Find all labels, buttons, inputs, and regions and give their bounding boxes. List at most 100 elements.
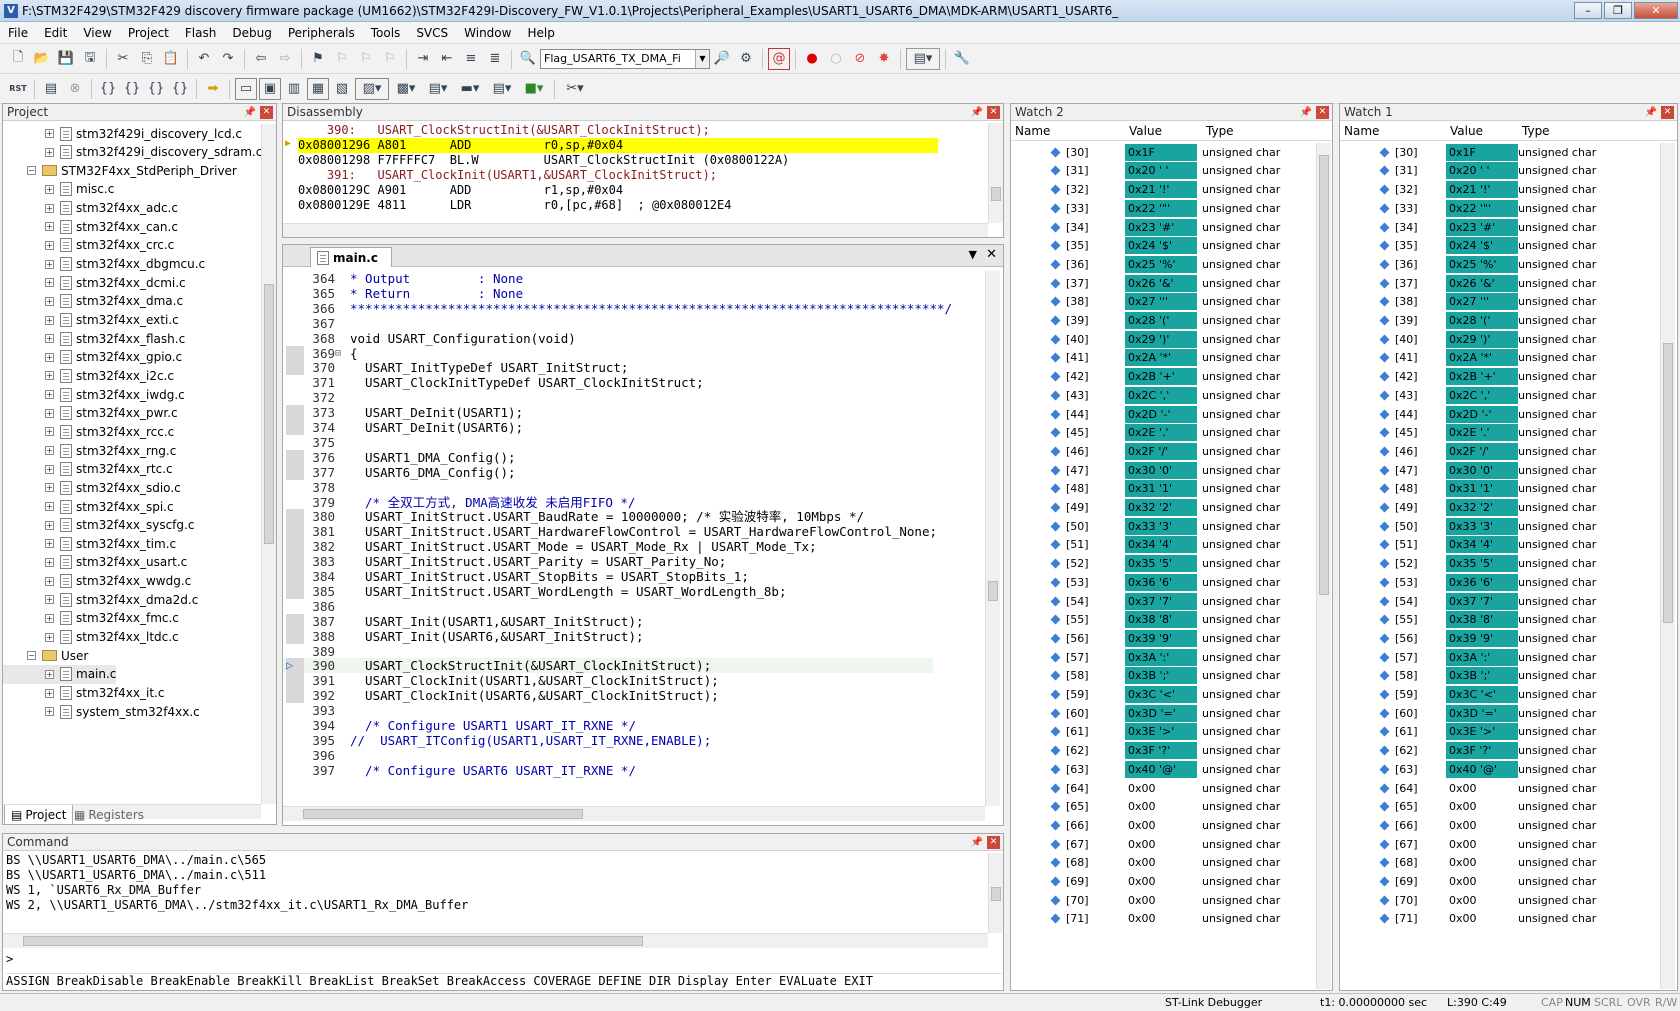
code-line[interactable]: 367 [283,316,933,331]
indent-icon[interactable]: ⇥ [412,48,434,70]
tree-file[interactable]: + stm32f4xx_dma.c [3,292,183,311]
expand-icon[interactable]: + [45,613,54,623]
step-into-icon[interactable]: {} [97,78,119,100]
watch-value[interactable]: 0x3C '<' [1446,686,1518,704]
watch-row[interactable]: [34] 0x23 '#' unsigned char [1340,218,1660,237]
menu-window[interactable]: Window [456,26,519,40]
uncomment-icon[interactable]: ≣ [484,48,506,70]
code-line[interactable]: 370 USART_InitTypeDef USART_InitStruct; [283,360,933,376]
paste-icon[interactable]: 📋 [160,48,182,70]
code-line[interactable]: 397 /* Configure USART6 USART_IT_RXNE */ [283,763,933,778]
watch-row[interactable]: [62] 0x3F '?' unsigned char [1011,741,1316,760]
code-line[interactable]: 379 /* 全双工方式, DMA高速收发 未启用FIFO */ [283,495,933,510]
watch-row[interactable]: [37] 0x26 '&' unsigned char [1011,274,1316,293]
watch-row[interactable]: [43] 0x2C ',' unsigned char [1340,386,1660,405]
serial-window-icon[interactable]: ▤▾ [423,78,453,100]
fold-icon[interactable]: ⊟ [335,346,341,361]
watch-row[interactable]: [49] 0x32 '2' unsigned char [1340,498,1660,517]
watch-row[interactable]: [30] 0x1F unsigned char [1011,143,1316,162]
watch-window-icon[interactable]: ▨▾ [355,77,389,100]
menu-project[interactable]: Project [120,26,177,40]
breakpoint-disable-icon[interactable]: ○ [825,48,847,70]
tree-file[interactable]: + stm32f429i_discovery_sdram.c [3,143,261,162]
target-combo[interactable]: Flag_USART6_TX_DMA_Fi ▼ [540,48,710,69]
watch-row[interactable]: [44] 0x2D '-' unsigned char [1011,405,1316,424]
bookmark-next-icon[interactable]: ⚐ [355,48,377,70]
debug-session-icon[interactable]: @ [768,47,790,70]
watch-value[interactable]: 0x3B ';' [1446,667,1518,685]
memory-window-icon[interactable]: ▩▾ [391,78,421,100]
watch-value[interactable]: 0x3E '>' [1125,723,1197,741]
run-to-cursor-icon[interactable]: {} [169,78,191,100]
close-editor-icon[interactable]: ✕ [986,247,997,262]
watch-value[interactable]: 0x00 [1446,892,1518,909]
watch-row[interactable]: [58] 0x3B ';' unsigned char [1340,667,1660,686]
watch-row[interactable]: [55] 0x38 '8' unsigned char [1340,611,1660,630]
expand-icon[interactable]: + [45,203,54,213]
watch-row[interactable]: [54] 0x37 '7' unsigned char [1011,592,1316,611]
menu-flash[interactable]: Flash [177,26,224,40]
watch-value[interactable]: 0x26 '&' [1125,274,1197,292]
watch-value[interactable]: 0x33 '3' [1125,517,1197,535]
tab-project[interactable]: ▤ Project [4,805,74,825]
watch-row[interactable]: [51] 0x34 '4' unsigned char [1011,536,1316,555]
tree-file[interactable]: + stm32f4xx_can.c [3,217,178,236]
tree-file[interactable]: + stm32f4xx_flash.c [3,329,185,348]
watch-value[interactable]: 0x2C ',' [1125,386,1197,404]
tree-file[interactable]: + system_stm32f4xx.c [3,702,200,721]
expand-icon[interactable]: + [45,296,54,306]
expand-icon[interactable]: + [45,371,54,381]
watch-value[interactable]: 0x00 [1446,836,1518,853]
watch-value[interactable]: 0x21 '!' [1125,181,1197,199]
command-hscrollbar[interactable] [3,933,988,948]
code-line[interactable]: 371 USART_ClockInitTypeDef USART_ClockIn… [283,375,933,390]
watch-row[interactable]: [31] 0x20 ' ' unsigned char [1340,162,1660,181]
watch-value[interactable]: 0x1F [1125,143,1197,161]
close-icon[interactable]: ✕ [1661,106,1674,119]
watch-value[interactable]: 0x27 ''' [1125,293,1197,311]
watch-value[interactable]: 0x32 '2' [1446,499,1518,517]
tree-file[interactable]: + stm32f4xx_wwdg.c [3,572,191,591]
watch-row[interactable]: [67] 0x00 unsigned char [1011,835,1316,854]
expand-icon[interactable]: + [45,464,54,474]
menu-help[interactable]: Help [519,26,562,40]
code-line[interactable]: 393 [283,703,933,718]
undo-icon[interactable]: ↶ [193,48,215,70]
code-line[interactable]: 391 USART_ClockInit(USART1,&USART_ClockI… [283,673,933,689]
find-icon[interactable]: 🔎 [711,48,733,70]
step-over-icon[interactable]: {} [121,78,143,100]
code-line[interactable]: 366 *************************************… [283,301,952,316]
watch-row[interactable]: [56] 0x39 '9' unsigned char [1011,629,1316,648]
watch-row[interactable]: [38] 0x27 ''' unsigned char [1011,293,1316,312]
expand-icon[interactable]: + [45,576,54,586]
watch-value[interactable]: 0x2F '/' [1446,442,1518,460]
trace-window-icon[interactable]: ▤▾ [487,78,517,100]
watch-row[interactable]: [34] 0x23 '#' unsigned char [1011,218,1316,237]
tree-file[interactable]: + stm32f4xx_i2c.c [3,366,174,385]
tree-file[interactable]: + stm32f4xx_gpio.c [3,348,182,367]
expand-icon[interactable]: + [45,222,54,232]
call-stack-icon[interactable]: ▧ [331,78,353,100]
watch-value[interactable]: 0x2B '+' [1446,368,1518,386]
expand-icon[interactable]: + [45,352,54,362]
tree-file[interactable]: + main.c [3,664,117,684]
watch-row[interactable]: [54] 0x37 '7' unsigned char [1340,592,1660,611]
bookmark-prev-icon[interactable]: ⚐ [331,48,353,70]
watch-row[interactable]: [46] 0x2F '/' unsigned char [1011,442,1316,461]
watch-row[interactable]: [37] 0x26 '&' unsigned char [1340,274,1660,293]
maximize-button[interactable]: ❐ [1604,2,1632,19]
col-type[interactable]: Type [1206,124,1234,138]
expand-icon[interactable]: + [45,446,54,456]
run-icon[interactable]: ▤ [40,78,62,100]
watch-row[interactable]: [56] 0x39 '9' unsigned char [1340,629,1660,648]
code-editor[interactable]: 364 * Output : None 365 * Return : None 366 *… [283,271,985,806]
nav-back-icon[interactable]: ⇦ [250,48,272,70]
watch-value[interactable]: 0x36 '6' [1125,573,1197,591]
watch-row[interactable]: [53] 0x36 '6' unsigned char [1011,573,1316,592]
expand-icon[interactable]: + [45,595,54,605]
tree-folder[interactable]: − User [3,646,88,665]
code-line[interactable]: 390 USART_ClockStructInit(&USART_ClockIn… [283,658,933,674]
incremental-find-icon[interactable]: ⚙ [735,48,757,70]
watch-value[interactable]: 0x36 '6' [1446,573,1518,591]
watch-row[interactable]: [38] 0x27 ''' unsigned char [1340,293,1660,312]
